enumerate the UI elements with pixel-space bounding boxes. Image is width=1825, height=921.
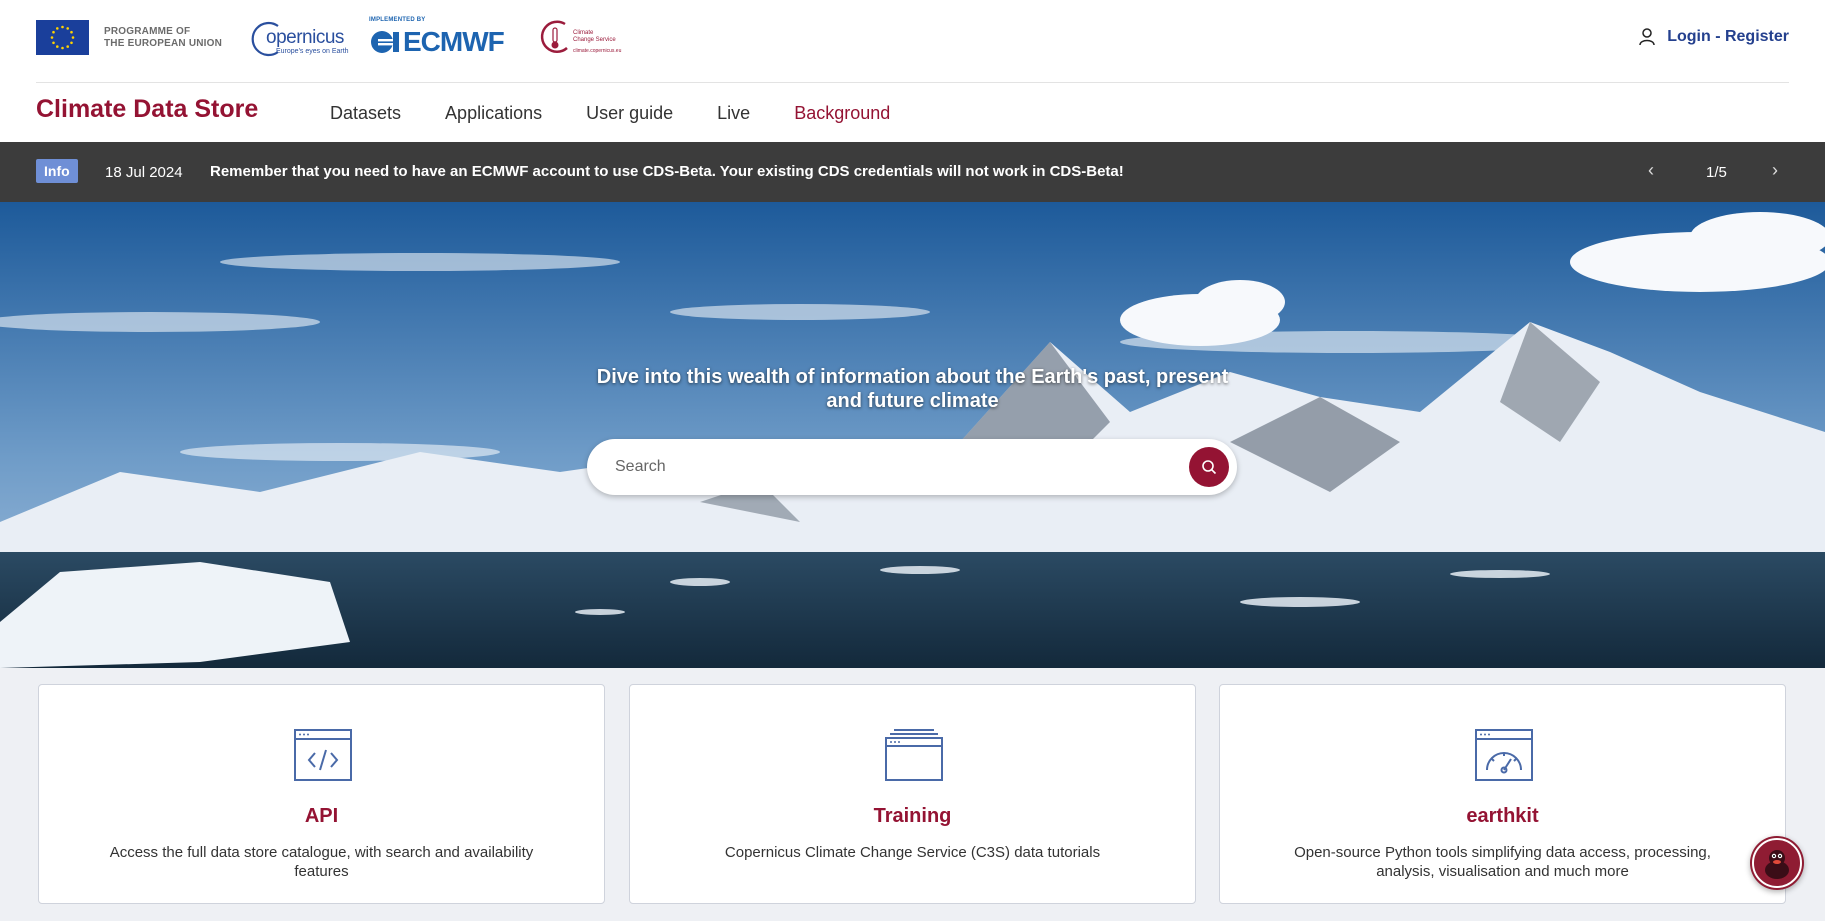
copernicus-wordmark: opernicus <box>266 27 344 48</box>
c3s-name: Climate Change Service <box>573 30 616 43</box>
feature-cards: API Access the full data store catalogue… <box>38 684 1788 904</box>
login-register-label: Login - Register <box>1667 28 1789 45</box>
hero-search-box <box>587 439 1237 495</box>
search-icon <box>1202 460 1217 475</box>
site-brand[interactable]: Climate Data Store <box>36 95 258 124</box>
c3s-url: climate.copernicus.eu <box>573 48 622 54</box>
hero-title: Dive into this wealth of information abo… <box>596 366 1229 412</box>
stacked-windows-icon <box>885 729 943 781</box>
main-navigation: Climate Data Store Datasets Applications… <box>0 83 1825 142</box>
card-description: Access the full data store catalogue, wi… <box>109 844 534 880</box>
eu-flag-icon <box>36 20 89 55</box>
banner-date: 18 Jul 2024 <box>105 164 183 181</box>
card-title: earthkit <box>1466 805 1539 827</box>
ecmwf-mark-icon <box>371 31 403 53</box>
banner-counter: 1/5 <box>1706 164 1727 181</box>
nav-item-background[interactable]: Background <box>794 103 890 124</box>
gauge-window-icon <box>1475 729 1533 781</box>
duck-avatar-icon <box>1752 838 1802 888</box>
card-api[interactable]: API Access the full data store catalogue… <box>38 684 605 904</box>
c3s-logo[interactable]: Climate Change Service climate.copernicu… <box>537 18 637 58</box>
nav-item-applications[interactable]: Applications <box>445 103 542 124</box>
top-logo-bar: PROGRAMME OF THE EUROPEAN UNION opernicu… <box>0 0 1825 83</box>
ecmwf-wordmark: ECMWF <box>403 26 505 57</box>
card-title: API <box>304 805 339 827</box>
chevron-left-icon[interactable]: ‹ <box>1648 160 1654 181</box>
hero-landscape-image <box>0 202 1825 668</box>
card-title: Training <box>873 805 952 827</box>
hero-section: Dive into this wealth of information abo… <box>0 202 1825 668</box>
nav-item-user-guide[interactable]: User guide <box>586 103 673 124</box>
code-window-icon <box>294 729 352 781</box>
info-badge: Info <box>36 159 78 183</box>
info-banner: Info 18 Jul 2024 Remember that you need … <box>0 142 1825 202</box>
card-earthkit[interactable]: earthkit Open-source Python tools simpli… <box>1219 684 1786 904</box>
banner-message: Remember that you need to have an ECMWF … <box>210 163 1124 180</box>
c3s-thermometer-icon <box>540 20 568 53</box>
ecmwf-logo[interactable]: IMPLEMENTED BY ECMWF <box>369 17 509 57</box>
eu-programme-text: PROGRAMME OF THE EUROPEAN UNION <box>104 25 223 49</box>
card-description: Open-source Python tools simplifying dat… <box>1294 844 1711 880</box>
user-icon <box>1639 28 1655 46</box>
ecmwf-implemented-by: IMPLEMENTED BY <box>369 17 426 23</box>
nav-item-live[interactable]: Live <box>717 103 750 124</box>
card-description: Copernicus Climate Change Service (C3S) … <box>724 844 1101 861</box>
eu-programme-logo[interactable]: PROGRAMME OF THE EUROPEAN UNION <box>36 20 222 55</box>
chevron-right-icon[interactable]: › <box>1772 160 1778 181</box>
search-input[interactable] <box>615 439 1175 495</box>
login-register-link[interactable]: Login - Register <box>1639 28 1789 46</box>
card-training[interactable]: Training Copernicus Climate Change Servi… <box>629 684 1196 904</box>
chat-assistant-button[interactable] <box>1750 836 1804 890</box>
copernicus-logo[interactable]: opernicus Europe's eyes on Earth <box>248 18 349 58</box>
copernicus-tagline: Europe's eyes on Earth <box>276 48 349 55</box>
nav-menu: Datasets Applications User guide Live Ba… <box>330 103 934 124</box>
nav-item-datasets[interactable]: Datasets <box>330 103 401 124</box>
search-button[interactable] <box>1189 447 1229 487</box>
